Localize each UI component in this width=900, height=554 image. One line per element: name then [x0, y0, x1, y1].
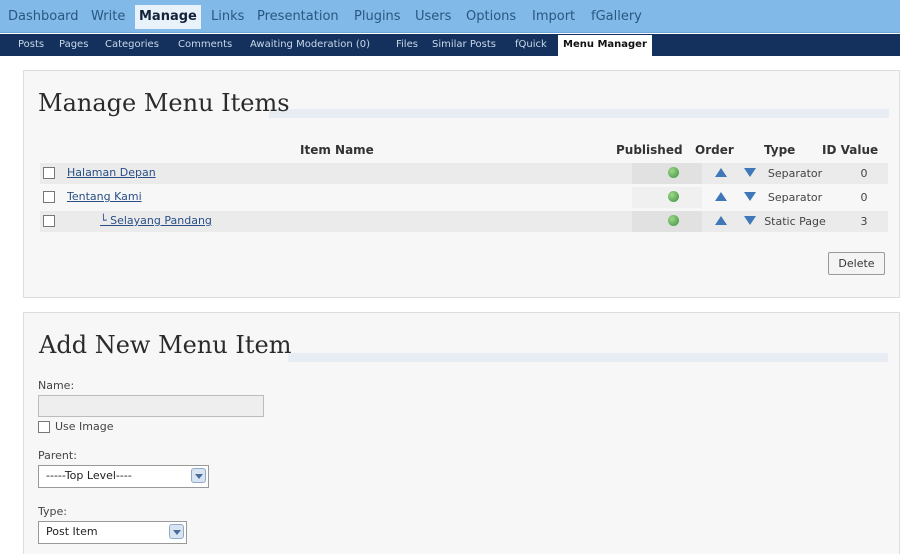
nav-write[interactable]: Write — [87, 6, 129, 28]
nav-links[interactable]: Links — [207, 6, 248, 28]
type-select-value: Post Item — [46, 525, 98, 538]
column-header-order: Order — [695, 143, 734, 157]
name-label: Name: — [38, 379, 75, 392]
column-header-published: Published — [616, 143, 683, 157]
column-header-item-name: Item Name — [300, 143, 374, 157]
subnav-comments[interactable]: Comments — [176, 37, 234, 53]
subnav-files[interactable]: Files — [394, 37, 420, 53]
chevron-down-icon — [169, 524, 184, 539]
published-icon[interactable] — [668, 215, 679, 226]
published-icon[interactable] — [668, 191, 679, 202]
title-rule — [288, 353, 888, 362]
table-row: └ Selayang Pandang Static Page 3 — [40, 211, 888, 232]
nav-presentation[interactable]: Presentation — [253, 6, 343, 28]
subnav-similar-posts[interactable]: Similar Posts — [430, 37, 498, 53]
published-cell — [632, 187, 702, 208]
parent-select[interactable]: -----Top Level---- — [38, 465, 209, 488]
nav-users[interactable]: Users — [411, 6, 455, 28]
published-cell — [632, 211, 702, 232]
subnav-fquick[interactable]: fQuick — [513, 37, 549, 53]
type-label: Type: — [38, 505, 67, 518]
item-type: Separator — [767, 167, 823, 180]
column-header-id-value: ID Value — [822, 143, 879, 157]
top-nav: Dashboard Write Manage Links Presentatio… — [0, 0, 900, 33]
subnav-menu-manager[interactable]: Menu Manager — [558, 35, 652, 56]
menu-item-link[interactable]: └ Selayang Pandang — [100, 214, 212, 227]
title-rule — [269, 109, 889, 118]
item-type: Static Page — [764, 215, 826, 228]
manage-menu-items-panel: Manage Menu Items Item Name Published Or… — [23, 70, 900, 298]
arrow-up-icon[interactable] — [715, 216, 727, 225]
parent-select-value: -----Top Level---- — [46, 469, 132, 482]
column-header-type: Type — [764, 143, 796, 157]
item-id-value: 3 — [860, 215, 868, 228]
use-image-label: Use Image — [55, 420, 114, 433]
published-cell — [632, 163, 702, 184]
nav-import[interactable]: Import — [528, 6, 579, 28]
menu-item-link[interactable]: Halaman Depan — [67, 166, 156, 179]
nav-manage[interactable]: Manage — [135, 5, 201, 29]
published-icon[interactable] — [668, 167, 679, 178]
arrow-up-icon[interactable] — [715, 192, 727, 201]
nav-fgallery[interactable]: fGallery — [587, 6, 646, 28]
chevron-down-icon — [191, 468, 206, 483]
nav-plugins[interactable]: Plugins — [350, 6, 405, 28]
subnav-awaiting-moderation[interactable]: Awaiting Moderation (0) — [248, 37, 372, 53]
type-select[interactable]: Post Item — [38, 521, 187, 544]
arrow-up-icon[interactable] — [715, 168, 727, 177]
subnav-categories[interactable]: Categories — [103, 37, 161, 53]
item-id-value: 0 — [860, 167, 868, 180]
subnav-pages[interactable]: Pages — [57, 37, 90, 53]
delete-button[interactable]: Delete — [828, 252, 885, 275]
page-title: Manage Menu Items — [38, 89, 290, 117]
nav-dashboard[interactable]: Dashboard — [4, 6, 83, 28]
item-id-value: 0 — [860, 191, 868, 204]
row-checkbox[interactable] — [43, 191, 55, 203]
use-image-checkbox[interactable] — [38, 421, 50, 433]
subnav-posts[interactable]: Posts — [16, 37, 46, 53]
add-menu-item-panel: Add New Menu Item Name: Use Image Parent… — [23, 312, 900, 554]
menu-item-link[interactable]: Tentang Kami — [67, 190, 142, 203]
parent-label: Parent: — [38, 449, 77, 462]
table-row: Halaman Depan Separator 0 — [40, 163, 888, 184]
row-checkbox[interactable] — [43, 215, 55, 227]
item-type: Separator — [767, 191, 823, 204]
sub-nav: Posts Pages Categories Comments Awaiting… — [0, 34, 900, 56]
row-checkbox[interactable] — [43, 167, 55, 179]
nav-options[interactable]: Options — [462, 6, 520, 28]
section-title: Add New Menu Item — [39, 331, 292, 359]
name-input[interactable] — [38, 395, 264, 417]
table-row: Tentang Kami Separator 0 — [40, 187, 888, 208]
